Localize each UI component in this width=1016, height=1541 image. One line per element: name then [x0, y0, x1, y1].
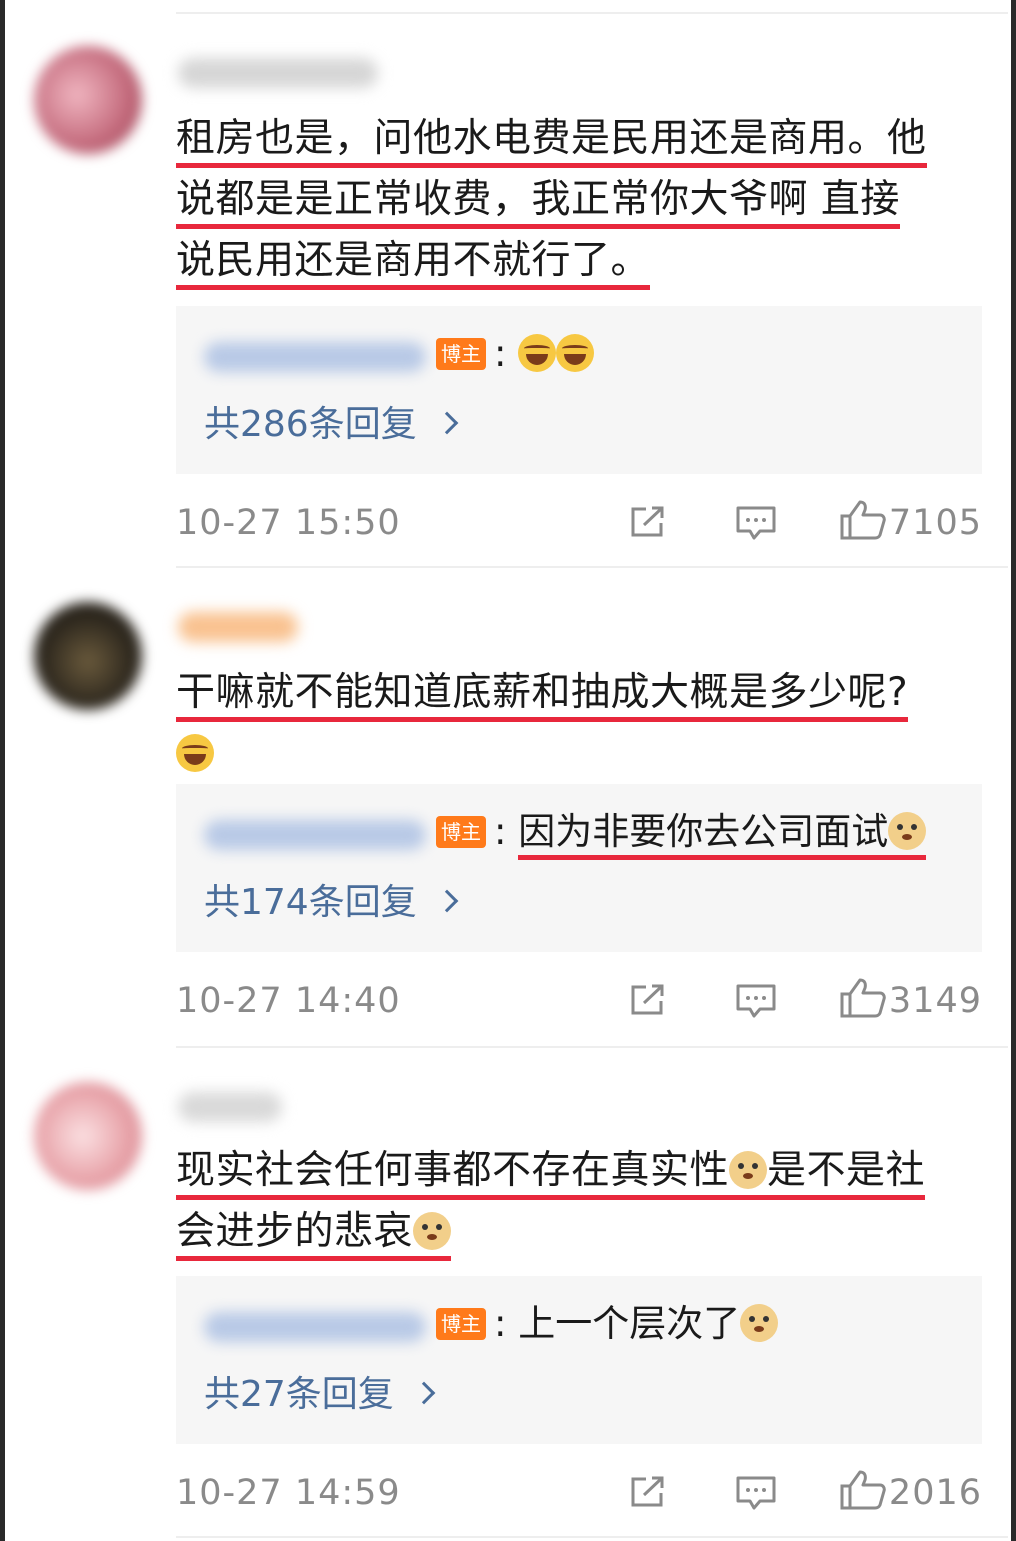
author-badge: 博主 — [436, 816, 486, 848]
username[interactable] — [178, 612, 298, 642]
thumbs-up-icon[interactable] — [840, 978, 886, 1018]
comment-time: 10-27 15:50 — [176, 503, 401, 543]
comment-icon[interactable] — [736, 984, 776, 1018]
comment-text-line: 干嘛就不能知道底薪和抽成大概是多少呢? — [176, 670, 909, 722]
thumbs-up-icon[interactable] — [840, 500, 886, 540]
comment-text: 现实社会任何事都不存在真实性 是不是社 会进步的悲哀 — [176, 1140, 986, 1262]
comment-meta: 10-27 14:40 3149 — [176, 976, 982, 1026]
reply-count-label: 共27条回复 — [204, 1374, 394, 1415]
divider — [176, 566, 1008, 568]
reply-count-label: 共174条回复 — [204, 882, 417, 923]
reply-username[interactable] — [204, 820, 426, 850]
doge-emoji — [740, 1304, 779, 1342]
like-count: 7105 — [888, 503, 982, 543]
reply-content: 上一个层次了 — [518, 1302, 741, 1345]
divider — [176, 1046, 1008, 1048]
reply-username[interactable] — [204, 342, 426, 372]
reply-colon: : — [494, 332, 507, 375]
doge-emoji — [413, 1212, 452, 1250]
divider — [176, 1536, 1008, 1538]
reply-preview[interactable]: 博主 : 上一个层次了 共27条回复 — [176, 1276, 982, 1444]
divider — [176, 12, 1008, 14]
comment-icon[interactable] — [736, 506, 776, 540]
reply-count-label: 共286条回复 — [204, 404, 417, 445]
like-count: 3149 — [888, 981, 982, 1021]
doge-emoji — [888, 812, 927, 850]
chevron-right-icon — [435, 889, 459, 913]
avatar[interactable] — [34, 602, 142, 710]
view-replies-link[interactable]: 共286条回复 — [204, 402, 459, 448]
avatar[interactable] — [34, 46, 142, 154]
comment-text: 租房也是，问他水电费是民用还是商用。他 说都是是正常收费，我正常你大爷啊 直接 … — [176, 108, 986, 291]
view-replies-link[interactable]: 共27条回复 — [204, 1372, 436, 1418]
reply-text: : — [494, 330, 595, 378]
comment-icon[interactable] — [736, 1476, 776, 1510]
laugh-cry-emoji — [556, 334, 595, 372]
chevron-right-icon — [435, 411, 459, 435]
screen-edge-left — [0, 0, 5, 1541]
reply-text: : 上一个层次了 — [494, 1300, 779, 1348]
comment-text-line: 说民用还是商用不就行了。 — [176, 238, 651, 290]
reply-preview[interactable]: 博主 : 因为非要你去公司面试 共174条回复 — [176, 784, 982, 952]
comment-time: 10-27 14:59 — [176, 1473, 401, 1513]
comment-text-line: 是不是社 — [767, 1148, 926, 1193]
comment-text-line: 租房也是，问他水电费是民用还是商用。他 — [176, 116, 927, 168]
reply-preview[interactable]: 博主 : 共286条回复 — [176, 306, 982, 474]
doge-emoji — [729, 1151, 768, 1189]
reply-username[interactable] — [204, 1312, 426, 1342]
comment-text: 干嘛就不能知道底薪和抽成大概是多少呢? — [176, 662, 986, 784]
reply-text: : 因为非要你去公司面试 — [494, 808, 927, 860]
view-replies-link[interactable]: 共174条回复 — [204, 880, 459, 926]
reply-content: 因为非要你去公司面试 — [518, 810, 889, 853]
thumbs-up-icon[interactable] — [840, 1470, 886, 1510]
comment-text-line: 现实社会任何事都不存在真实性 — [176, 1148, 730, 1193]
share-icon[interactable] — [630, 984, 666, 1016]
comment-text-line: 说都是是正常收费，我正常你大爷啊 直接 — [176, 177, 900, 229]
laugh-cry-emoji — [176, 734, 214, 772]
username[interactable] — [178, 1092, 282, 1122]
comment-meta: 10-27 14:59 2016 — [176, 1468, 982, 1518]
like-count: 2016 — [888, 1473, 982, 1513]
comment-time: 10-27 14:40 — [176, 981, 401, 1021]
author-badge: 博主 — [436, 338, 486, 370]
author-badge: 博主 — [436, 1308, 486, 1340]
screen-edge-right — [1011, 0, 1016, 1541]
share-icon[interactable] — [630, 1476, 666, 1508]
comment-meta: 10-27 15:50 7105 — [176, 498, 982, 548]
comment-text-line: 会进步的悲哀 — [176, 1209, 414, 1254]
avatar[interactable] — [34, 1082, 142, 1190]
chevron-right-icon — [412, 1381, 436, 1405]
laugh-cry-emoji — [518, 334, 557, 372]
share-icon[interactable] — [630, 506, 666, 538]
username[interactable] — [178, 58, 378, 88]
